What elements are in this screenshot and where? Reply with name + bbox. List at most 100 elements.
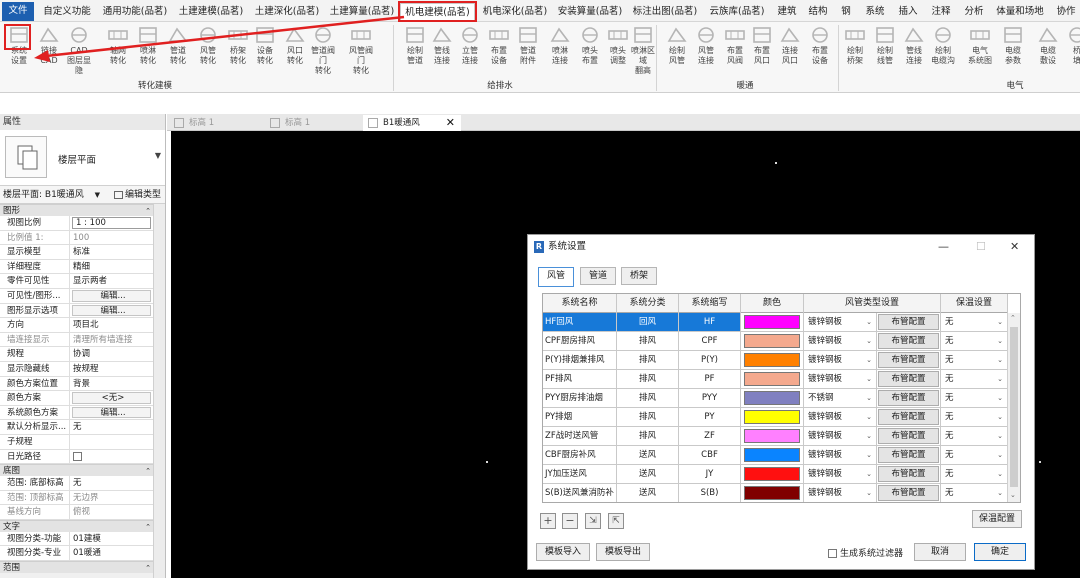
close-icon[interactable]: ✕ (446, 115, 455, 131)
table-row[interactable]: ZF战时送风管 排风 ZF 镀锌钢板 ⌄ 布管配置无 ⌄ (543, 427, 1008, 446)
color-swatch[interactable] (744, 334, 800, 348)
duct-connect-button[interactable]: 风管 连接 (691, 24, 721, 80)
system-abbr-cell[interactable]: HF (679, 313, 741, 331)
pipe-connect-button[interactable]: 管线 连接 (427, 24, 457, 80)
minimize-icon[interactable]: — (938, 235, 949, 259)
chevron-down-icon[interactable]: ⌄ (997, 446, 1003, 464)
ok-button[interactable]: 确定 (974, 543, 1026, 561)
tab-insert[interactable]: 插入 (895, 3, 921, 21)
color-swatch[interactable] (744, 486, 800, 500)
cable-trench-button[interactable]: 绘制 电缆沟 (928, 24, 958, 80)
place-hvac-button[interactable]: 布置 设备 (805, 24, 835, 80)
view-tab-level1-b[interactable]: 标高 1 (265, 115, 359, 131)
close-icon[interactable]: ✕ (1010, 235, 1019, 259)
color-cell[interactable] (741, 465, 804, 483)
sun-path-checkbox[interactable] (73, 451, 82, 461)
chevron-down-icon[interactable]: ⌄ (997, 313, 1003, 331)
tab-cable-tray[interactable]: 桥架 (621, 267, 658, 285)
chevron-down-icon[interactable]: ⌄ (866, 427, 872, 445)
duct-type-dropdown[interactable]: 镀锌钢板 ⌄ (804, 465, 877, 483)
system-class-cell[interactable]: 排风 (617, 351, 679, 369)
property-edit-button[interactable]: 编辑... (72, 289, 151, 302)
color-cell[interactable] (741, 332, 804, 350)
system-abbr-cell[interactable]: P(Y) (679, 351, 741, 369)
system-abbr-cell[interactable]: ZF (679, 427, 741, 445)
tab-civil-detail[interactable]: 土建深化(品茗) (252, 3, 322, 21)
insulation-dropdown[interactable]: 无 ⌄ (941, 351, 1008, 369)
tab-structure[interactable]: 结构 (805, 3, 831, 21)
insulation-dropdown[interactable]: 无 ⌄ (941, 446, 1008, 464)
type-selector[interactable]: 楼层平面 ▼ (0, 130, 165, 186)
duct-type-dropdown[interactable]: 镀锌钢板 ⌄ (804, 446, 877, 464)
chevron-down-icon[interactable]: ⌄ (866, 351, 872, 369)
chevron-down-icon[interactable]: ⌄ (866, 484, 872, 502)
group-underlay[interactable]: 底图 ⌃ (0, 464, 165, 477)
property-edit-button[interactable]: <无> (72, 392, 151, 404)
tab-custom[interactable]: 自定义功能 (40, 3, 94, 21)
sprinkler-area-button[interactable]: 喷淋区域 翻高 (628, 24, 658, 80)
insulation-dropdown[interactable]: 无 ⌄ (941, 427, 1008, 445)
property-value[interactable]: 1 : 100 (72, 217, 151, 229)
system-abbr-cell[interactable]: S(B) (679, 484, 741, 502)
system-name-cell[interactable]: CPF厨房排风 (543, 332, 617, 350)
table-scrollbar[interactable]: ⌃ ⌄ (1007, 313, 1020, 502)
system-class-cell[interactable]: 排风 (617, 370, 679, 388)
chevron-down-icon[interactable]: ⌄ (997, 351, 1003, 369)
system-class-cell[interactable]: 送风 (617, 446, 679, 464)
color-cell[interactable] (741, 313, 804, 331)
tab-mep-detail[interactable]: 机电深化(品茗) (480, 3, 550, 21)
checkbox[interactable] (828, 549, 837, 558)
tab-systems[interactable]: 系统 (862, 3, 888, 21)
sprinkler-head-button[interactable]: 喷头 布置 (575, 24, 605, 80)
system-class-cell[interactable]: 排风 (617, 427, 679, 445)
system-abbr-cell[interactable]: PF (679, 370, 741, 388)
system-abbr-cell[interactable]: CPF (679, 332, 741, 350)
tab-architecture[interactable]: 建筑 (774, 3, 800, 21)
pipe-config-button[interactable]: 布管配置 (878, 428, 939, 444)
collapse-icon[interactable]: ⌃ (145, 562, 151, 574)
cable-lay-button[interactable]: 电缆 敷设 (1033, 24, 1063, 80)
system-name-cell[interactable]: P(Y)排烟兼排风 (543, 351, 617, 369)
duct-type-dropdown[interactable]: 不锈钢 ⌄ (804, 389, 877, 407)
table-row[interactable]: PY排烟 排风 PY 镀锌钢板 ⌄ 布管配置无 ⌄ (543, 408, 1008, 427)
color-cell[interactable] (741, 389, 804, 407)
collapse-icon[interactable]: ⌃ (145, 465, 151, 477)
system-abbr-cell[interactable]: PYY (679, 389, 741, 407)
insulation-dropdown[interactable]: 无 ⌄ (941, 484, 1008, 502)
pipe-config-button[interactable]: 布管配置 (878, 466, 939, 482)
sprinkler-button[interactable]: 喷淋 转化 (133, 24, 163, 80)
collapse-icon[interactable]: ⌃ (145, 205, 151, 217)
pipe-valve-button[interactable]: 管道阀门 转化 (308, 24, 338, 80)
tab-pipe[interactable]: 管道 (580, 267, 617, 285)
pipe-config-button[interactable]: 布管配置 (878, 390, 939, 406)
connect-vent-button[interactable]: 连接 风口 (775, 24, 805, 80)
tab-cloud-family[interactable]: 云族库(品茗) (705, 3, 769, 21)
system-class-cell[interactable]: 送风 (617, 465, 679, 483)
insulation-dropdown[interactable]: 无 ⌄ (941, 465, 1008, 483)
color-swatch[interactable] (744, 448, 800, 462)
chevron-down-icon[interactable]: ⌄ (866, 408, 872, 426)
cancel-button[interactable]: 取消 (914, 543, 966, 561)
system-name-cell[interactable]: JY加压送风 (543, 465, 617, 483)
tab-annotate-output[interactable]: 标注出图(品茗) (630, 3, 700, 21)
table-row[interactable]: P(Y)排烟兼排风 排风 P(Y) 镀锌钢板 ⌄ 布管配置无 ⌄ (543, 351, 1008, 370)
cad-layer-button[interactable]: CAD 图层显隐 (64, 24, 94, 80)
cad-link-button[interactable]: 链接 CAD (34, 24, 64, 80)
pipe-config-button[interactable]: 布管配置 (878, 333, 939, 349)
equipment-button[interactable]: 设备 转化 (250, 24, 280, 80)
color-cell[interactable] (741, 408, 804, 426)
chevron-down-icon[interactable]: ⌄ (997, 389, 1003, 407)
chevron-down-icon[interactable]: ⌄ (997, 484, 1003, 502)
draw-duct-button[interactable]: 绘制 风管 (662, 24, 692, 80)
system-class-cell[interactable]: 回风 (617, 313, 679, 331)
insulation-dropdown[interactable]: 无 ⌄ (941, 332, 1008, 350)
color-swatch[interactable] (744, 315, 800, 329)
maximize-icon[interactable]: ☐ (976, 235, 986, 259)
insulation-dropdown[interactable]: 无 ⌄ (941, 313, 1008, 331)
import-row-icon[interactable]: ⇲ (585, 513, 601, 529)
chevron-down-icon[interactable]: ⌄ (866, 370, 872, 388)
color-cell[interactable] (741, 370, 804, 388)
tab-analyze[interactable]: 分析 (961, 3, 987, 21)
pipe-button[interactable]: 管道 转化 (163, 24, 193, 80)
scroll-down-icon[interactable]: ⌄ (1010, 491, 1016, 499)
